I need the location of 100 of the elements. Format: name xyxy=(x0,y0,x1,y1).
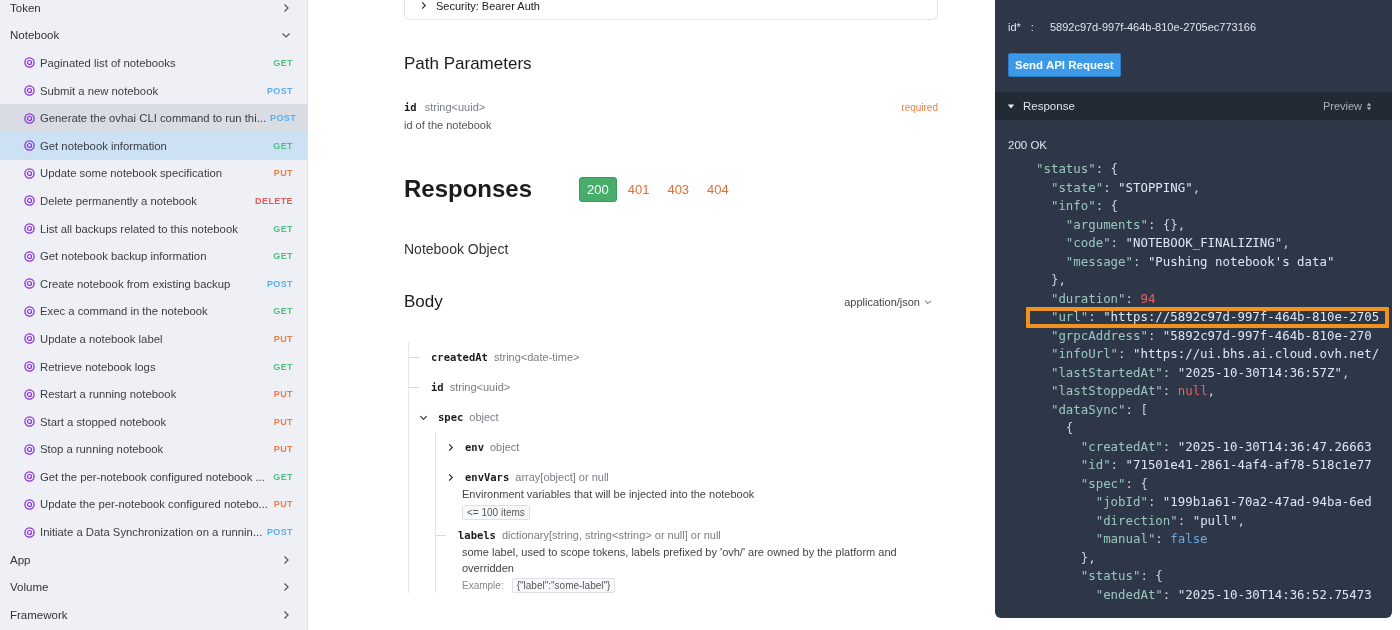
sidebar-item[interactable]: Update a notebook label PUT xyxy=(0,325,307,353)
field-name: id xyxy=(431,381,444,393)
sidebar-item[interactable]: Get the per-notebook configured notebook ... GET xyxy=(0,463,307,491)
security-label: Security: Bearer Auth xyxy=(436,0,540,12)
sidebar-item[interactable]: Get notebook backup information GET xyxy=(0,242,307,270)
param-type: string<uuid> xyxy=(424,101,486,113)
target-icon xyxy=(24,250,35,262)
sidebar-group[interactable]: Volume xyxy=(0,573,307,602)
sidebar-item[interactable]: Retrieve notebook logs GET xyxy=(0,352,307,381)
sidebar-item[interactable]: Update the per-notebook configured notebo... PUT xyxy=(0,490,307,519)
sidebar-item[interactable]: List all backups related to this notebook GET xyxy=(0,214,307,243)
example-label: Example: xyxy=(462,580,504,591)
chevron-icon xyxy=(281,2,291,13)
code-line: "status": { xyxy=(1036,160,1120,178)
param-name: id xyxy=(404,101,417,113)
sidebar-group[interactable]: Framework xyxy=(0,601,307,629)
code-line: "state": "STOPPING", xyxy=(1049,178,1202,197)
code-line: "message": "Pushing notebook's data" xyxy=(1064,252,1336,271)
target-icon xyxy=(24,167,35,179)
target-icon xyxy=(24,112,35,124)
code-line: "duration": 94 xyxy=(1049,289,1157,308)
code-line: "endedAt": "2025-10-30T14:36:52.75473 xyxy=(1094,585,1373,604)
target-icon xyxy=(24,416,35,428)
code-line: "code": "NOTEBOOK_FINALIZING", xyxy=(1064,234,1291,252)
code-line: { xyxy=(1064,419,1075,437)
target-icon xyxy=(24,140,35,152)
field-type: object xyxy=(469,411,499,423)
constraint-tag: <= 100 items xyxy=(462,505,530,520)
response-status: 200 OK xyxy=(1007,138,1048,151)
required-label: required xyxy=(901,102,938,113)
field-name: env xyxy=(465,441,484,453)
field-name: createdAt xyxy=(431,351,488,363)
example-value: {"label":"some-label"} xyxy=(511,578,616,593)
code-line: }, xyxy=(1049,271,1067,289)
target-icon xyxy=(24,499,35,510)
param-label: id* xyxy=(1008,21,1021,33)
target-icon xyxy=(24,195,35,207)
field-type: array[object] or null xyxy=(515,471,609,483)
field-description: Environment variables that will be injected into the notebook xyxy=(462,487,756,502)
target-icon xyxy=(24,305,35,317)
target-icon xyxy=(24,361,35,372)
target-icon xyxy=(24,471,35,483)
response-title: Response xyxy=(1023,100,1076,112)
sort-icon xyxy=(1366,101,1372,111)
target-icon xyxy=(24,223,35,235)
code-line: }, xyxy=(1079,548,1097,567)
sidebar-item[interactable]: Initiate a Data Synchronization on a runnin... POST xyxy=(0,518,307,546)
sidebar-item[interactable]: Delete permanently a notebook DELETE xyxy=(0,187,307,215)
param-value: 5892c97d-997f-464b-810e-2705ec773166 xyxy=(1049,21,1257,33)
chevron-icon xyxy=(281,609,291,620)
response-object-label: Notebook Object xyxy=(404,241,510,257)
code-line: "info": { xyxy=(1049,197,1120,215)
sidebar-group[interactable]: Notebook xyxy=(0,21,307,50)
code-line: "id": "71501e41-2861-4af4-af78-518c1e77 xyxy=(1079,456,1373,474)
section-heading: Path Parameters xyxy=(404,54,533,74)
sidebar-item[interactable]: Restart a running notebook PUT xyxy=(0,380,307,408)
field-name: spec xyxy=(438,411,464,423)
content-type-dropdown[interactable]: application/json xyxy=(844,296,938,308)
chevron-icon xyxy=(419,1,428,10)
field-type: dictionary[string, string<string> or null] or null xyxy=(501,529,721,541)
sidebar-item[interactable]: Update some notebook specification PUT xyxy=(0,159,307,188)
sidebar-item[interactable]: Generate the ovhai CLI command to run thi... POST xyxy=(0,104,307,132)
sidebar-item[interactable]: Exec a command in the notebook GET xyxy=(0,297,307,326)
sidebar-item[interactable]: Paginated list of notebooks GET xyxy=(0,49,307,77)
code-line: "lastStartedAt": "2025-10-30T14:36:57Z", xyxy=(1049,363,1351,382)
chevron-icon[interactable] xyxy=(446,472,455,482)
code-line: "infoUrl": "https://ui.bhs.ai.cloud.ovh.net/ xyxy=(1049,345,1378,363)
code-line: "arguments": {}, xyxy=(1064,215,1187,234)
field-type: object xyxy=(489,441,520,453)
target-icon xyxy=(24,388,35,400)
sidebar-group[interactable]: Token xyxy=(0,0,307,22)
target-icon xyxy=(24,278,35,290)
chevron-icon xyxy=(281,582,291,593)
sidebar-item[interactable]: Submit a new notebook POST xyxy=(0,76,307,105)
target-icon xyxy=(24,443,35,455)
view-selector[interactable]: Preview xyxy=(1322,100,1372,112)
code-line: "spec": { xyxy=(1079,474,1149,493)
field-type: string<date-time> xyxy=(493,351,580,363)
code-line: "manual": false xyxy=(1094,530,1209,548)
code-line: "status": { xyxy=(1079,567,1164,585)
field-description: some label, used to scope tokens, labels prefixed by 'ovh/' are owned by the platform and overridden xyxy=(462,545,898,576)
code-line: "grpcAddress": "5892c97d-997f-464b-810e-270 xyxy=(1049,326,1373,345)
target-icon xyxy=(24,526,35,538)
code-line: "jobId": "199b1a61-70a2-47ad-94ba-6ed xyxy=(1094,493,1373,511)
sidebar-item[interactable]: Create notebook from existing backup POST xyxy=(0,269,307,298)
chevron-icon xyxy=(281,554,291,565)
response-header[interactable]: Response Preview xyxy=(995,92,1392,120)
field-type: string<uuid> xyxy=(449,381,511,393)
sidebar-group[interactable]: App xyxy=(0,545,307,574)
target-icon xyxy=(24,85,35,97)
field-name: envVars xyxy=(465,471,510,483)
section-heading: Body xyxy=(404,292,443,312)
target-icon xyxy=(24,57,35,69)
code-line: "direction": "pull", xyxy=(1094,511,1246,530)
security-panel[interactable]: Security: Bearer Auth xyxy=(404,0,938,20)
sidebar-item[interactable]: Start a stopped notebook PUT xyxy=(0,407,307,436)
sidebar-item[interactable]: Get notebook information GET xyxy=(0,131,307,160)
separator: : xyxy=(1030,21,1034,33)
sidebar-item[interactable]: Stop a running notebook PUT xyxy=(0,435,307,464)
chevron-icon[interactable] xyxy=(446,442,455,452)
